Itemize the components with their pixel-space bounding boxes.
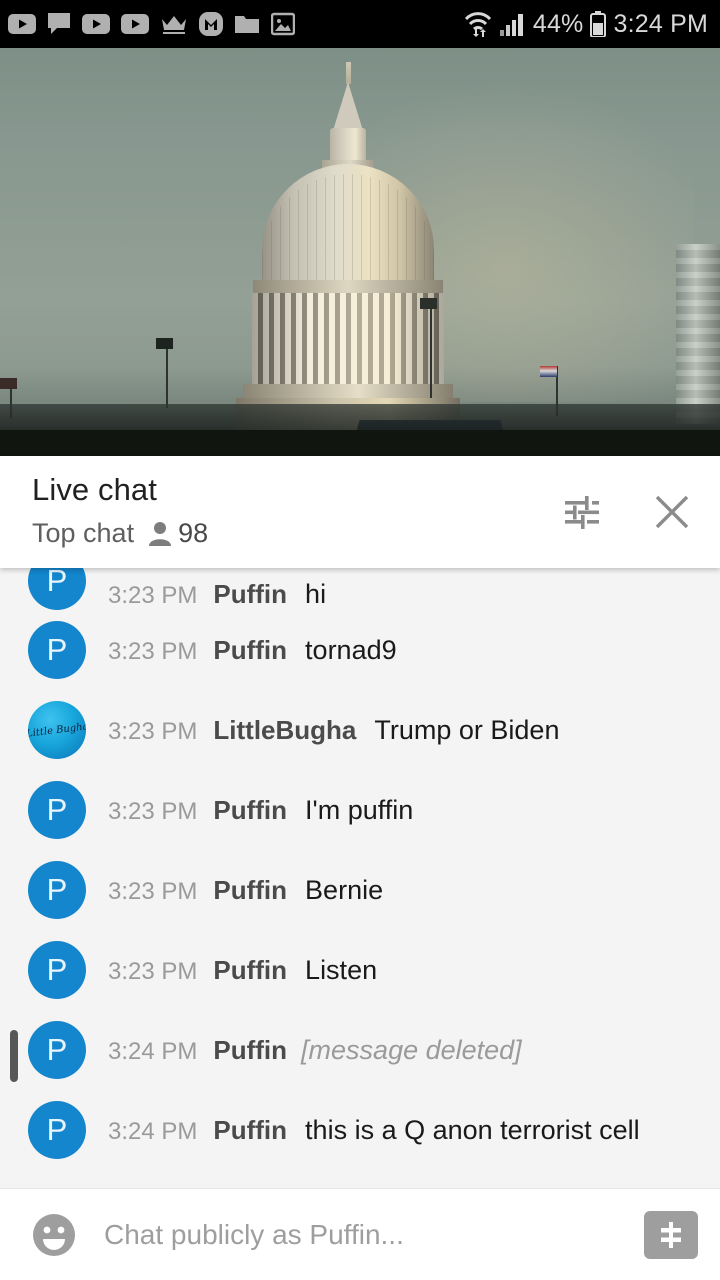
chat-message-row[interactable]: P 3:23 PM Puffin tornad9 — [0, 610, 720, 690]
chat-message-row[interactable]: P 3:24 PM Puffin this is a Q anon terrorist… — [0, 1090, 720, 1170]
message-text: Bernie — [305, 874, 384, 905]
message-line: 3:23 PM Puffin I'm puffin — [108, 795, 413, 826]
message-line: 3:23 PM Puffin hi — [108, 579, 326, 610]
message-author[interactable]: Puffin — [213, 955, 287, 986]
tune-sliders-icon — [565, 496, 599, 529]
page-title: Live chat — [32, 472, 157, 507]
crown-icon — [162, 16, 186, 34]
chat-message-list[interactable]: P 3:23 PM Puffin hi P 3:23 PM Puffin tornad9 Lit… — [0, 568, 720, 1188]
chat-subheader: Top chat 98 — [32, 518, 208, 549]
live-video-player[interactable] — [0, 48, 720, 456]
avatar[interactable]: P — [28, 861, 86, 919]
avatar[interactable]: Little Bugha — [28, 701, 86, 759]
message-author[interactable]: Puffin — [213, 1115, 287, 1146]
avatar-label: P — [46, 568, 68, 598]
message-text: hi — [305, 579, 327, 609]
youtube-icon — [121, 14, 149, 34]
close-icon — [655, 495, 689, 529]
chat-message-row[interactable]: P 3:23 PM Puffin Listen — [0, 930, 720, 1010]
folder-icon — [235, 16, 259, 33]
battery-percent-label: 44% — [532, 9, 584, 38]
message-deleted-text: [message deleted] — [301, 1034, 522, 1065]
message-author[interactable]: Puffin — [213, 795, 287, 826]
clock-label: 3:24 PM — [613, 9, 708, 38]
message-timestamp: 3:23 PM — [108, 582, 198, 609]
avatar[interactable]: P — [28, 621, 86, 679]
viewer-count-label: 98 — [178, 518, 209, 548]
message-text: Trump or Biden — [374, 714, 560, 745]
message-line: 3:23 PM Puffin tornad9 — [108, 635, 397, 666]
avatar-label: P — [46, 1032, 68, 1067]
message-timestamp: 3:23 PM — [108, 637, 198, 665]
emoji-smiley-icon — [33, 1213, 75, 1256]
dollar-superchat-icon — [661, 1221, 681, 1248]
message-timestamp: 3:24 PM — [108, 1037, 198, 1065]
chat-message-row[interactable]: Little Bugha 3:23 PM LittleBugha Trump or B… — [0, 690, 720, 770]
status-bar: 44% 3:24 PM — [0, 0, 720, 48]
message-line: 3:23 PM Puffin Listen — [108, 955, 377, 986]
close-chat-button[interactable] — [646, 486, 698, 538]
chat-input[interactable] — [104, 1218, 628, 1251]
avatar-label: P — [46, 872, 68, 907]
battery-icon — [590, 11, 607, 37]
message-text: this is a Q anon terrorist cell — [305, 1114, 640, 1145]
avatar-label: P — [46, 792, 68, 827]
chat-message-row[interactable]: P 3:23 PM Puffin I'm puffin — [0, 770, 720, 850]
message-author[interactable]: Puffin — [213, 875, 287, 906]
superchat-button[interactable] — [644, 1210, 698, 1259]
person-icon — [149, 521, 172, 546]
message-line: 3:23 PM Puffin Bernie — [108, 875, 383, 906]
chat-message-row[interactable]: P 3:24 PM Puffin [message deleted] — [0, 1010, 720, 1090]
emoji-picker-button[interactable] — [28, 1209, 80, 1261]
image-icon — [271, 12, 295, 36]
live-chat-header: Live chat Top chat 98 — [0, 456, 720, 568]
avatar-label: P — [46, 1112, 68, 1147]
avatar[interactable]: P — [28, 781, 86, 839]
chat-message-row[interactable]: P 3:23 PM Puffin hi — [0, 568, 720, 610]
chat-scrollbar-thumb[interactable] — [10, 1030, 18, 1082]
avatar[interactable]: P — [28, 941, 86, 999]
youtube-icon — [82, 14, 110, 34]
message-line: 3:24 PM Puffin [message deleted] — [108, 1035, 522, 1066]
message-timestamp: 3:23 PM — [108, 877, 198, 905]
viewer-count-group: 98 — [148, 518, 208, 549]
message-text: I'm puffin — [305, 794, 414, 825]
chat-mode-label[interactable]: Top chat — [32, 518, 134, 549]
message-timestamp: 3:23 PM — [108, 957, 198, 985]
capitol-dome-image — [0, 48, 720, 456]
wifi-transfer-icon — [464, 12, 491, 37]
avatar[interactable]: P — [28, 1101, 86, 1159]
status-bar-system-icons: 44% 3:24 PM — [463, 10, 708, 39]
chat-message-row[interactable]: P 3:23 PM Puffin Bernie — [0, 850, 720, 930]
message-text: Listen — [305, 954, 378, 985]
avatar[interactable]: P — [28, 568, 86, 610]
message-timestamp: 3:23 PM — [108, 797, 198, 825]
cellular-signal-icon — [499, 14, 523, 36]
message-author[interactable]: Puffin — [213, 1035, 287, 1066]
avatar-label: P — [46, 632, 68, 667]
chat-bubble-icon — [48, 13, 70, 34]
message-author[interactable]: Puffin — [213, 579, 287, 610]
message-container: P 3:23 PM Puffin hi P 3:23 PM Puffin tornad9 Lit… — [0, 568, 720, 1170]
youtube-icon — [8, 14, 36, 34]
status-bar-notification-icons — [8, 12, 295, 36]
avatar-label: Little Bugha — [28, 720, 86, 740]
message-line: 3:24 PM Puffin this is a Q anon terrorist … — [108, 1115, 640, 1146]
m-logo-icon — [199, 12, 223, 36]
message-line: 3:23 PM LittleBugha Trump or Biden — [108, 715, 559, 746]
chat-input-bar — [0, 1188, 720, 1280]
chat-settings-button[interactable] — [556, 486, 608, 538]
avatar-label: P — [46, 952, 68, 987]
message-text: tornad9 — [305, 634, 397, 665]
message-author[interactable]: LittleBugha — [213, 715, 356, 746]
message-author[interactable]: Puffin — [213, 635, 287, 666]
avatar[interactable]: P — [28, 1021, 86, 1079]
message-timestamp: 3:23 PM — [108, 717, 198, 745]
message-timestamp: 3:24 PM — [108, 1117, 198, 1145]
